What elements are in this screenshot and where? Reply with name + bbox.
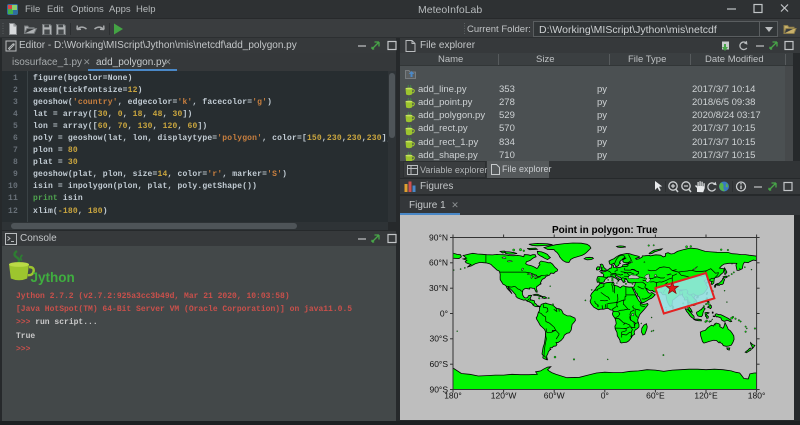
svg-text:30°S: 30°S xyxy=(429,334,448,344)
svg-text:60°W: 60°W xyxy=(544,391,565,401)
svg-text:60°N: 60°N xyxy=(429,258,448,268)
svg-text:0°: 0° xyxy=(440,308,448,318)
svg-text:60°E: 60°E xyxy=(646,391,665,401)
svg-text:0°: 0° xyxy=(601,391,609,401)
svg-text:180°: 180° xyxy=(748,391,766,401)
svg-text:Jython: Jython xyxy=(31,270,75,285)
svg-text:120°W: 120°W xyxy=(491,391,517,401)
svg-text:120°E: 120°E xyxy=(694,391,718,401)
svg-text:90°N: 90°N xyxy=(429,232,448,242)
svg-text:60°S: 60°S xyxy=(429,359,448,369)
svg-text:30°N: 30°N xyxy=(429,283,448,293)
svg-text:180°: 180° xyxy=(444,391,462,401)
svg-text:Point in polygon: True: Point in polygon: True xyxy=(552,225,658,236)
